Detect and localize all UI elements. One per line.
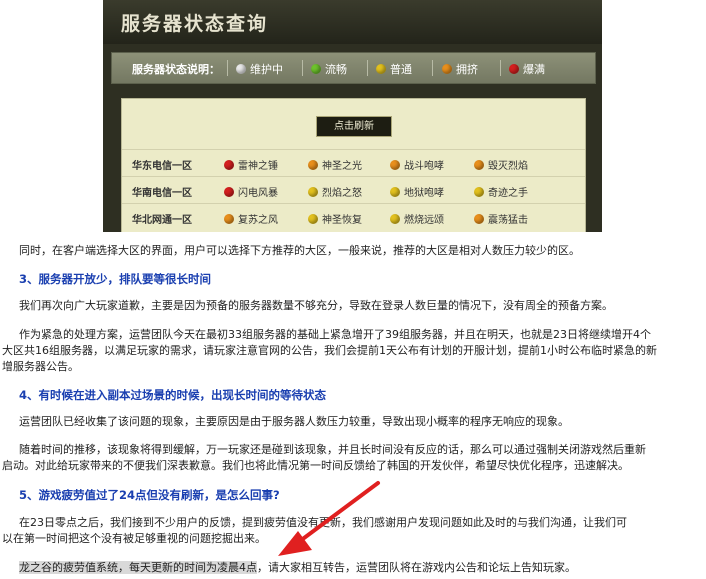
red-arrow-icon	[278, 481, 380, 556]
